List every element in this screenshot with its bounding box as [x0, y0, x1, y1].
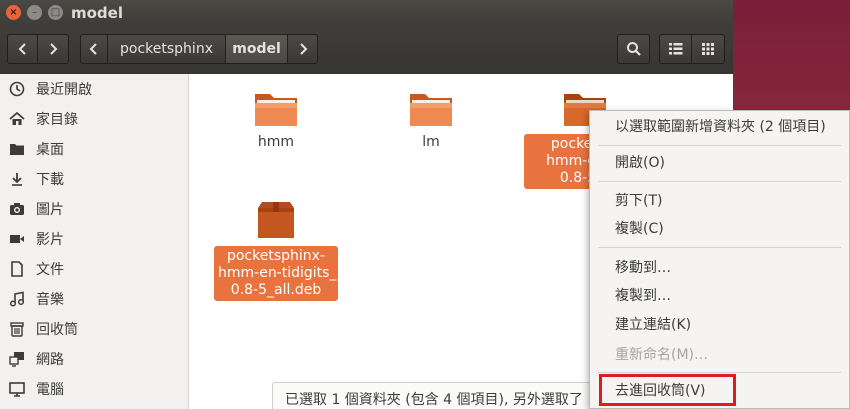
title-bar: × – □ model	[0, 0, 733, 26]
grid-view-button[interactable]	[692, 34, 725, 64]
menu-separator	[598, 247, 841, 248]
sidebar-item-videos[interactable]: 影片	[0, 224, 188, 254]
file-item-lm[interactable]: lm	[390, 88, 472, 151]
search-icon	[626, 42, 641, 56]
sidebar-item-network[interactable]: 網路	[0, 344, 188, 374]
menu-separator	[598, 372, 841, 373]
menu-item-copy[interactable]: 複製(C)	[590, 217, 849, 241]
menu-item-make-link[interactable]: 建立連結(K)	[590, 313, 849, 337]
sidebar-item-desktop[interactable]: 桌面	[0, 134, 188, 164]
window-title: model	[71, 4, 123, 22]
document-icon	[8, 260, 26, 278]
video-icon	[8, 230, 26, 248]
sidebar-item-label: 音樂	[36, 292, 64, 308]
close-window-button[interactable]: ×	[6, 5, 21, 20]
list-view-icon	[668, 43, 682, 55]
sidebar-item-computer[interactable]: 電腦	[0, 374, 188, 404]
menu-item-new-folder-with-selection[interactable]: 以選取範圍新增資料夾 (2 個項目)	[590, 115, 849, 139]
home-icon	[8, 110, 26, 128]
sidebar-item-label: 文件	[36, 262, 64, 278]
file-name: pocketsphinx- hmm-en-tidigits_ 0.8-5_all…	[214, 246, 338, 301]
breadcrumb-pocketsphinx[interactable]: pocketsphinx	[108, 34, 226, 64]
sidebar-item-label: 圖片	[36, 202, 64, 218]
menu-item-open[interactable]: 開啟(O)	[590, 151, 849, 175]
maximize-window-button[interactable]: □	[48, 5, 63, 20]
folder-icon	[410, 94, 452, 126]
sidebar-item-recent[interactable]: 最近開啟	[0, 74, 188, 104]
clock-icon	[8, 80, 26, 98]
menu-item-move-to[interactable]: 移動到…	[590, 256, 849, 280]
search-button[interactable]	[617, 34, 650, 64]
list-view-button[interactable]	[659, 34, 692, 64]
places-sidebar: 最近開啟 家目錄 桌面 下載 圖片 影片 文件 音樂 回收筒 網路 電腦	[0, 74, 189, 409]
menu-item-rename: 重新命名(M)…	[615, 347, 709, 363]
path-scroll-right-button[interactable]	[288, 34, 318, 64]
menu-separator	[598, 145, 841, 146]
sidebar-item-downloads[interactable]: 下載	[0, 164, 188, 194]
sidebar-item-music[interactable]: 音樂	[0, 284, 188, 314]
folder-icon	[255, 94, 297, 126]
menu-item-cut[interactable]: 剪下(T)	[590, 189, 849, 213]
sidebar-item-pictures[interactable]: 圖片	[0, 194, 188, 224]
sidebar-item-label: 影片	[36, 232, 64, 248]
music-icon	[8, 290, 26, 308]
toolbar: pocketsphinx model	[0, 26, 733, 75]
menu-separator	[598, 181, 841, 182]
chevron-right-icon	[50, 43, 58, 55]
computer-icon	[8, 380, 26, 398]
sidebar-item-label: 桌面	[36, 142, 64, 158]
sidebar-item-label: 回收筒	[36, 322, 78, 338]
forward-button[interactable]	[38, 34, 69, 64]
camera-icon	[8, 200, 26, 218]
sidebar-item-home[interactable]: 家目錄	[0, 104, 188, 134]
download-icon	[8, 170, 26, 188]
trash-icon	[8, 320, 26, 338]
sidebar-item-label: 最近開啟	[36, 82, 92, 98]
path-scroll-left-button[interactable]	[80, 34, 108, 64]
breadcrumb-model[interactable]: model	[226, 34, 288, 64]
sidebar-item-documents[interactable]: 文件	[0, 254, 188, 284]
file-name: hmm	[257, 134, 295, 150]
highlight-box	[599, 374, 736, 406]
sidebar-item-label: 家目錄	[36, 112, 78, 128]
package-icon	[258, 202, 294, 238]
sidebar-item-label: 下載	[36, 172, 64, 188]
chevron-left-icon	[89, 43, 97, 55]
desktop-folder-icon	[8, 140, 26, 158]
sidebar-item-label: 網路	[36, 352, 64, 368]
file-item-hmm[interactable]: hmm	[235, 88, 317, 151]
context-menu: 以選取範圍新增資料夾 (2 個項目) 開啟(O) 剪下(T) 複製(C) 移動到…	[589, 110, 850, 409]
menu-item-copy-to[interactable]: 複製到…	[590, 284, 849, 308]
back-button[interactable]	[7, 34, 38, 64]
sidebar-item-trash[interactable]: 回收筒	[0, 314, 188, 344]
sidebar-item-label: 電腦	[36, 382, 64, 398]
network-icon	[8, 350, 26, 368]
chevron-left-icon	[18, 43, 26, 55]
chevron-right-icon	[299, 43, 307, 55]
file-item-pocketsphinx-deb[interactable]: pocketsphinx- hmm-en-tidigits_ 0.8-5_all…	[213, 200, 339, 301]
minimize-window-button[interactable]: –	[27, 5, 42, 20]
file-name: lm	[422, 134, 440, 150]
grid-view-icon	[702, 43, 714, 55]
